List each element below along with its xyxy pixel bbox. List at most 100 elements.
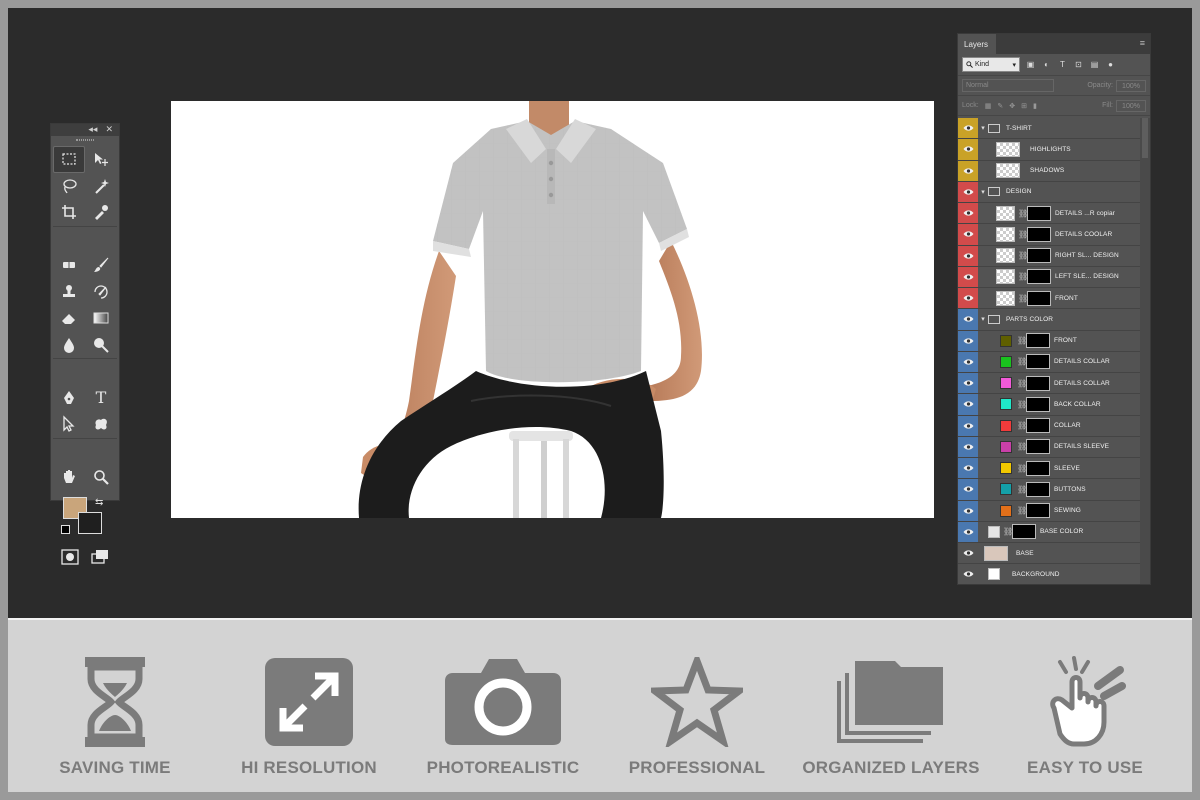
pen-icon[interactable] [53, 385, 85, 412]
rectangular-marquee-icon[interactable] [53, 146, 85, 173]
layer-row[interactable]: SHADOWS [958, 160, 1150, 182]
document-canvas[interactable] [171, 101, 934, 518]
lock-position-icon[interactable]: ✥ [1009, 102, 1015, 110]
layer-row[interactable]: ⛓ BUTTONS [958, 479, 1150, 501]
features-strip: SAVING TIME HI RESOLUTION PHOTOREALISTIC… [8, 618, 1192, 792]
eraser-icon[interactable] [53, 305, 85, 332]
background-color-swatch[interactable] [78, 511, 102, 534]
eyedropper-icon[interactable] [85, 199, 117, 226]
layer-row[interactable]: ⛓ DETAILS COOLAR [958, 224, 1150, 246]
opacity-field[interactable]: 100% [1116, 79, 1146, 92]
move-icon[interactable] [85, 146, 117, 173]
layer-row[interactable]: ⛓ SEWING [958, 500, 1150, 522]
visibility-eye-icon[interactable] [958, 436, 978, 457]
feature-label: ORGANIZED LAYERS [802, 758, 980, 777]
hand-icon[interactable] [53, 464, 85, 491]
lock-pixels-icon[interactable]: ✎ [997, 102, 1003, 110]
visibility-eye-icon[interactable] [958, 245, 978, 266]
visibility-eye-icon[interactable] [958, 415, 978, 436]
feature-hi-resolution: HI RESOLUTION [219, 654, 399, 778]
layer-row[interactable]: ⛓ DETAILS SLEEVE [958, 436, 1150, 458]
layer-row[interactable]: ▾ PARTS COLOR [958, 309, 1150, 331]
zoom-icon[interactable] [85, 464, 117, 491]
crop-icon[interactable] [53, 199, 85, 226]
layer-row[interactable]: ⛓ LEFT SLE... DESIGN [958, 266, 1150, 288]
layer-row[interactable]: ⛓ DETAILS ...R copiar [958, 203, 1150, 225]
collapse-icon[interactable]: ◂◂ [88, 124, 97, 136]
layer-name: FRONT [1055, 294, 1078, 302]
lock-transparency-icon[interactable]: ▦ [985, 102, 992, 110]
filter-smart-object-icon[interactable]: ▤ [1090, 60, 1099, 69]
visibility-eye-icon[interactable] [958, 543, 978, 564]
layer-row[interactable]: ⛓ DETAILS COLLAR [958, 373, 1150, 395]
filter-pixel-icon[interactable]: ▣ [1026, 60, 1035, 69]
fill-field[interactable]: 100% [1116, 99, 1146, 112]
visibility-eye-icon[interactable] [958, 139, 978, 160]
layer-row[interactable]: BACKGROUND [958, 564, 1150, 584]
visibility-eye-icon[interactable] [958, 394, 978, 415]
dodge-icon[interactable] [85, 332, 117, 359]
layer-row[interactable]: ⛓ DETAILS COLLAR [958, 351, 1150, 373]
visibility-eye-icon[interactable] [958, 309, 978, 330]
visibility-eye-icon[interactable] [958, 118, 978, 139]
layer-row[interactable]: ⛓ BASE COLOR [958, 521, 1150, 543]
filter-adjustment-icon[interactable]: ◐ [1042, 60, 1051, 69]
visibility-eye-icon[interactable] [958, 224, 978, 245]
panel-grip[interactable] [51, 136, 119, 144]
layer-row[interactable]: HIGHLIGHTS [958, 139, 1150, 161]
layer-name: DETAILS SLEEVE [1054, 443, 1110, 451]
layer-row[interactable]: BASE [958, 543, 1150, 565]
layer-row[interactable]: ⛓ FRONT [958, 288, 1150, 310]
brush-icon[interactable] [85, 252, 117, 279]
visibility-eye-icon[interactable] [958, 266, 978, 287]
visibility-eye-icon[interactable] [958, 373, 978, 394]
visibility-eye-icon[interactable] [958, 500, 978, 521]
lasso-icon[interactable] [53, 173, 85, 200]
layer-row[interactable]: ⛓ COLLAR [958, 415, 1150, 437]
chevron-down-icon[interactable]: ▾ [978, 124, 988, 132]
chevron-down-icon[interactable]: ▾ [978, 188, 988, 196]
layer-row[interactable]: ⛓ FRONT [958, 330, 1150, 352]
panel-menu-icon[interactable]: ≡ [1140, 34, 1150, 54]
healing-brush-icon[interactable] [53, 252, 85, 279]
type-icon[interactable]: T [85, 385, 117, 412]
layer-row[interactable]: ⛓ RIGHT SL... DESIGN [958, 245, 1150, 267]
visibility-eye-icon[interactable] [958, 330, 978, 351]
clone-stamp-icon[interactable] [53, 279, 85, 306]
visibility-eye-icon[interactable] [958, 479, 978, 500]
visibility-eye-icon[interactable] [958, 458, 978, 479]
blend-mode-select[interactable]: Normal [962, 79, 1054, 92]
filter-type-icon[interactable]: T [1058, 60, 1067, 69]
layers-scrollbar[interactable] [1140, 118, 1150, 584]
gradient-icon[interactable] [85, 305, 117, 332]
chevron-down-icon[interactable]: ▾ [978, 315, 988, 323]
filter-kind-select[interactable]: Kind ▾ [962, 57, 1020, 72]
visibility-eye-icon[interactable] [958, 181, 978, 202]
blur-icon[interactable] [53, 332, 85, 359]
screen-mode-icon[interactable] [91, 549, 109, 570]
lock-artboard-icon[interactable]: ⊞ [1021, 102, 1027, 110]
visibility-eye-icon[interactable] [958, 521, 978, 542]
link-icon: ⛓ [1018, 229, 1029, 239]
close-icon[interactable]: ✕ [105, 124, 113, 136]
history-brush-icon[interactable] [85, 279, 117, 306]
filter-toggle-icon[interactable]: ● [1106, 60, 1115, 69]
swap-colors-icon[interactable]: ⇆ [95, 497, 103, 508]
visibility-eye-icon[interactable] [958, 203, 978, 224]
tab-layers[interactable]: Layers [958, 34, 997, 54]
visibility-eye-icon[interactable] [958, 564, 978, 584]
layer-row[interactable]: ▾ T-SHIRT [958, 118, 1150, 140]
visibility-eye-icon[interactable] [958, 288, 978, 309]
magic-wand-icon[interactable] [85, 173, 117, 200]
quick-mask-icon[interactable] [61, 548, 79, 570]
filter-shape-icon[interactable]: ⊡ [1074, 60, 1083, 69]
layer-row[interactable]: ⛓ SLEEVE [958, 458, 1150, 480]
visibility-eye-icon[interactable] [958, 351, 978, 372]
layer-row[interactable]: ▾ DESIGN [958, 181, 1150, 203]
lock-all-icon[interactable]: ▮ [1033, 102, 1037, 110]
shape-icon[interactable] [85, 411, 117, 438]
default-colors-icon[interactable] [61, 524, 70, 534]
path-selection-icon[interactable] [53, 411, 85, 438]
layer-row[interactable]: ⛓ BACK COLLAR [958, 394, 1150, 416]
visibility-eye-icon[interactable] [958, 160, 978, 181]
